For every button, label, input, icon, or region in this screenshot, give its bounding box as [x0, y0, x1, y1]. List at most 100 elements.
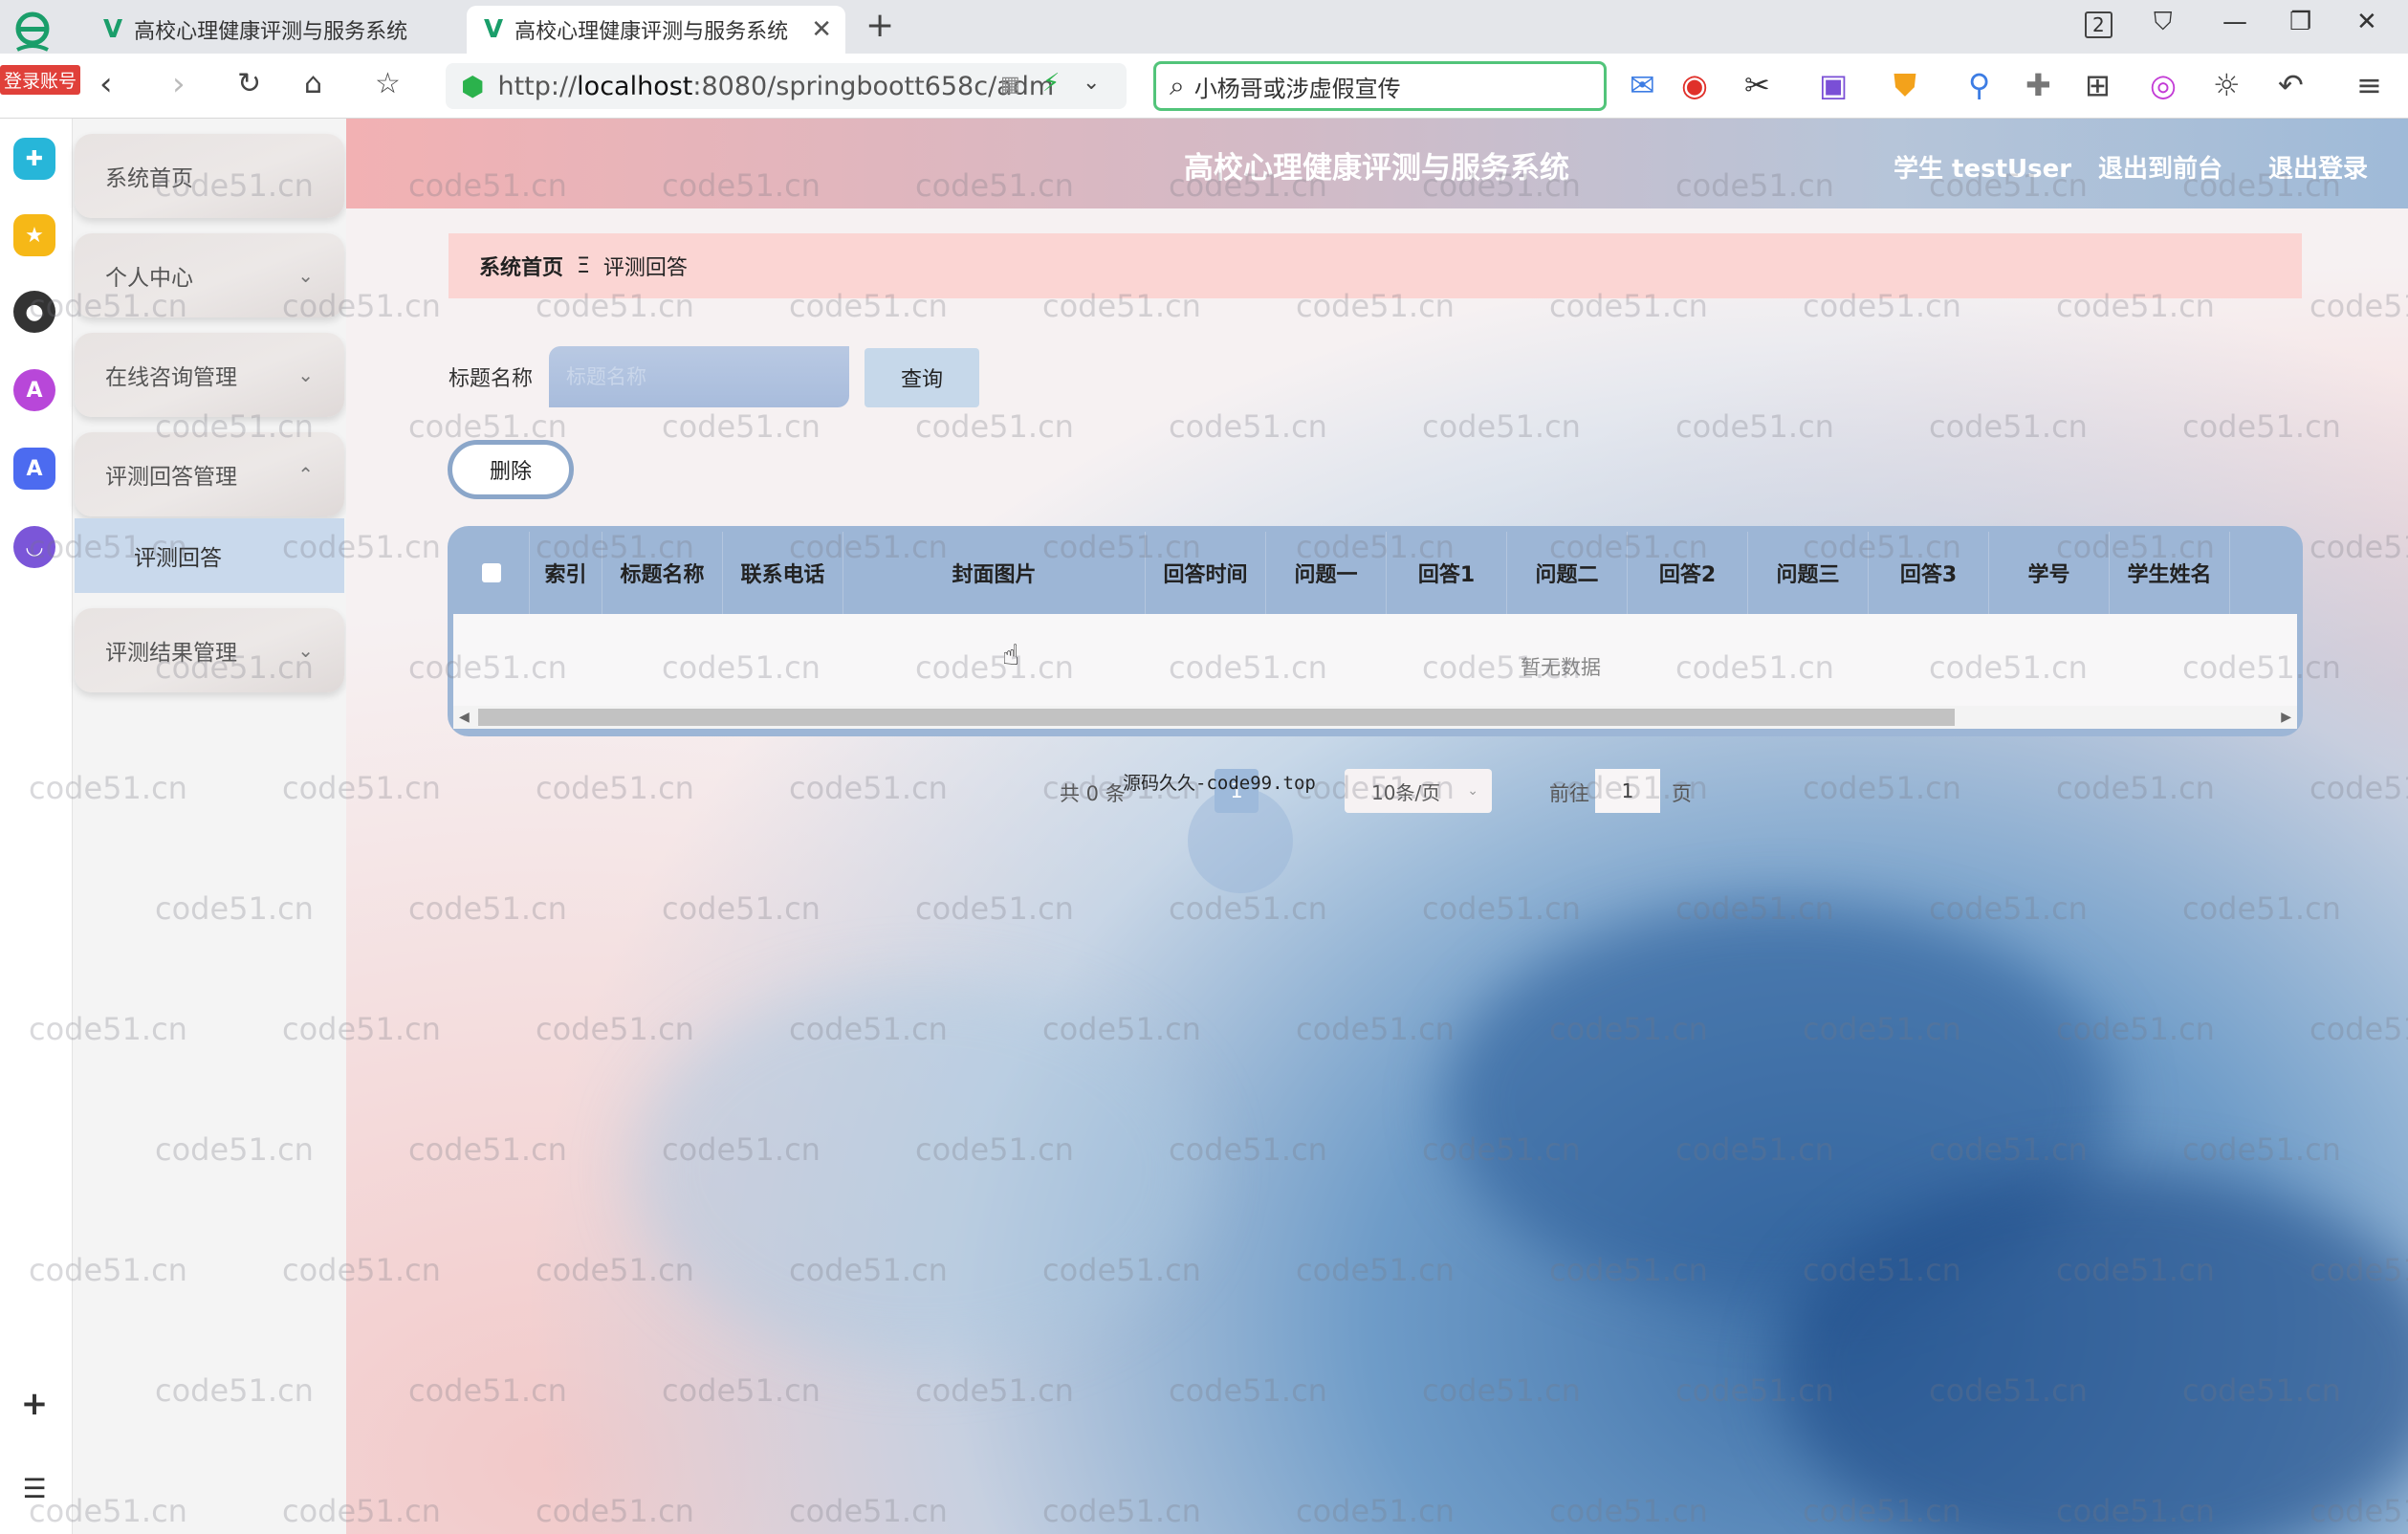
column-header[interactable]: 学生姓名: [2110, 532, 2230, 614]
column-header[interactable]: 回答2: [1628, 532, 1748, 614]
sidebar-item-test-answer-mgmt[interactable]: 评测回答管理 ⌃: [75, 432, 344, 516]
search-icon: ⌕: [1170, 70, 1185, 101]
weibo-icon[interactable]: ◉: [1681, 67, 1708, 103]
exit-to-frontend-link[interactable]: 退出到前台: [2098, 149, 2222, 185]
forward-icon[interactable]: ›: [172, 65, 186, 103]
chevron-down-icon: ⌄: [297, 264, 314, 287]
empty-table-text: 暂无数据: [1521, 656, 1601, 679]
add-app-icon[interactable]: +: [13, 1383, 55, 1425]
source-site-label: 源码久久-code99.top: [1123, 773, 1316, 794]
browser-tab-2-active[interactable]: V 高校心理健康评测与服务系统 ✕: [467, 6, 845, 54]
title-field-label: 标题名称: [449, 367, 534, 391]
table-horizontal-scrollbar[interactable]: ◀ ▶: [453, 706, 2297, 729]
breadcrumb: 系统首页 Ξ 评测回答: [449, 233, 2302, 298]
column-header[interactable]: 索引: [530, 532, 602, 614]
chevron-down-icon[interactable]: ⌄: [1083, 71, 1100, 95]
tab-title: 高校心理健康评测与服务系统: [134, 20, 408, 44]
sidebar-item-test-result-mgmt[interactable]: 评测结果管理 ⌄: [75, 608, 344, 692]
shirt-skin-icon[interactable]: ⛉: [2154, 8, 2173, 37]
column-header[interactable]: 问题二: [1507, 532, 1628, 614]
undo-icon[interactable]: ↶: [2278, 67, 2304, 103]
pagination-total: 共 0 条: [1060, 782, 1126, 805]
browser-side-strip: ✚ ★ ● A A ◡ + ☰: [0, 119, 73, 1534]
close-window-icon[interactable]: ✕: [2356, 8, 2377, 36]
delete-button[interactable]: 删除: [448, 440, 574, 499]
minimize-icon[interactable]: —: [2222, 8, 2247, 36]
robot-app-icon[interactable]: ●: [13, 291, 55, 333]
ai-assistant-icon[interactable]: ◎: [2150, 67, 2177, 103]
puzzle-extension-icon[interactable]: ✚: [2025, 67, 2051, 103]
bookmark-star-icon[interactable]: ☆: [375, 67, 401, 100]
column-header[interactable]: 回答时间: [1146, 532, 1266, 614]
scroll-left-arrow-icon[interactable]: ◀: [459, 706, 470, 729]
menu-icon[interactable]: ≡: [2356, 67, 2382, 103]
magnifier-extension-icon[interactable]: ⚲: [1968, 67, 1990, 103]
select-all-cell: [453, 532, 530, 614]
ai-app-icon[interactable]: A: [13, 369, 55, 411]
sidebar-item-personal-center[interactable]: 个人中心 ⌄: [75, 233, 344, 318]
current-user-label: 学生 testUser: [1894, 155, 2072, 184]
logout-link[interactable]: 退出登录: [2268, 149, 2368, 185]
grid-apps-icon[interactable]: ⊞: [2085, 67, 2111, 103]
sidebar-subitem-label: 评测回答: [134, 546, 222, 571]
browser-logo-icon[interactable]: [10, 8, 59, 57]
sidebar-item-home[interactable]: 系统首页: [75, 134, 344, 218]
app-title: 高校心理健康评测与服务系统: [1184, 151, 1569, 186]
sidebar-subitem-test-answer[interactable]: 评测回答: [75, 518, 344, 593]
sidebar-item-label: 个人中心: [105, 266, 193, 291]
table-header-row: 索引 标题名称 联系电话 封面图片 回答时间 问题一 回答1 问题二 回答2 问…: [453, 532, 2297, 614]
sidebar-item-label: 评测结果管理: [105, 641, 237, 666]
column-header[interactable]: 回答1: [1387, 532, 1507, 614]
select-all-checkbox[interactable]: [481, 563, 501, 582]
page-size-select[interactable]: 10条/页 ⌄: [1345, 769, 1492, 813]
breadcrumb-home[interactable]: 系统首页: [479, 251, 563, 281]
browser-search-input[interactable]: ⌕ 小杨哥或涉虚假宣传: [1153, 61, 1607, 111]
reload-icon[interactable]: ↻: [237, 67, 261, 100]
column-header[interactable]: 问题三: [1748, 532, 1869, 614]
url-field[interactable]: ⬢ http://localhost:8080/springboott658c/…: [446, 63, 1127, 109]
pagination-page-unit: 页: [1672, 782, 1692, 805]
shield-extension-icon[interactable]: ⛊: [1894, 67, 1916, 104]
scissors-icon[interactable]: ✂: [1744, 67, 1770, 103]
column-header[interactable]: 封面图片: [843, 532, 1146, 614]
column-header[interactable]: 联系电话: [723, 532, 843, 614]
login-account-badge[interactable]: 登录账号: [0, 65, 81, 95]
app-header: 高校心理健康评测与服务系统 学生 testUser 退出到前台 退出登录: [346, 119, 2408, 208]
translate-icon[interactable]: ▣: [1819, 67, 1848, 103]
pagination-jump-input[interactable]: [1595, 769, 1660, 813]
new-tab-button[interactable]: +: [865, 6, 894, 45]
ai-blue-app-icon[interactable]: A: [13, 448, 55, 490]
plus-app-icon[interactable]: ✚: [13, 138, 55, 180]
favorites-star-icon[interactable]: ★: [13, 214, 55, 256]
ink-background-shape: [633, 979, 1207, 1362]
list-icon[interactable]: ☰: [13, 1467, 55, 1509]
column-header[interactable]: 问题一: [1266, 532, 1387, 614]
column-header[interactable]: 学号: [1989, 532, 2110, 614]
lightning-icon[interactable]: ⚡: [1042, 69, 1060, 98]
tab-title: 高校心理健康评测与服务系统: [514, 20, 789, 44]
back-icon[interactable]: ‹: [99, 65, 113, 103]
secure-shield-icon: ⬢: [461, 70, 485, 102]
data-table: 索引 标题名称 联系电话 封面图片 回答时间 问题一 回答1 问题二 回答2 问…: [448, 526, 2303, 736]
query-button[interactable]: 查询: [865, 348, 979, 407]
mail-icon[interactable]: ✉: [1630, 67, 1655, 103]
close-tab-icon[interactable]: ✕: [811, 15, 832, 44]
home-icon[interactable]: ⌂: [304, 67, 322, 100]
sidebar: 系统首页 个人中心 ⌄ 在线咨询管理 ⌄ 评测回答管理 ⌃ 评测回答 评测结果管…: [73, 119, 346, 1534]
table-body: 暂无数据: [453, 614, 2297, 706]
vue-logo-icon: V: [103, 15, 123, 44]
window-count-badge[interactable]: 2: [2085, 11, 2112, 38]
scrollbar-thumb[interactable]: [478, 709, 1955, 726]
qr-code-icon[interactable]: ▦: [1000, 73, 1020, 97]
brightness-icon[interactable]: ☼: [2213, 67, 2241, 103]
scroll-right-arrow-icon[interactable]: ▶: [2281, 706, 2291, 729]
restore-icon[interactable]: ❐: [2289, 8, 2311, 36]
sidebar-item-online-consult[interactable]: 在线咨询管理 ⌄: [75, 333, 344, 417]
sidebar-item-label: 在线咨询管理: [105, 365, 237, 390]
browser-tabbar: V 高校心理健康评测与服务系统 V 高校心理健康评测与服务系统 ✕ + 2 ⛉ …: [0, 0, 2408, 54]
column-header[interactable]: 回答3: [1869, 532, 1989, 614]
chat-bot-app-icon[interactable]: ◡: [13, 526, 55, 568]
title-search-input[interactable]: [549, 346, 849, 407]
browser-tab-1[interactable]: V 高校心理健康评测与服务系统: [86, 6, 469, 54]
column-header[interactable]: 标题名称: [602, 532, 723, 614]
